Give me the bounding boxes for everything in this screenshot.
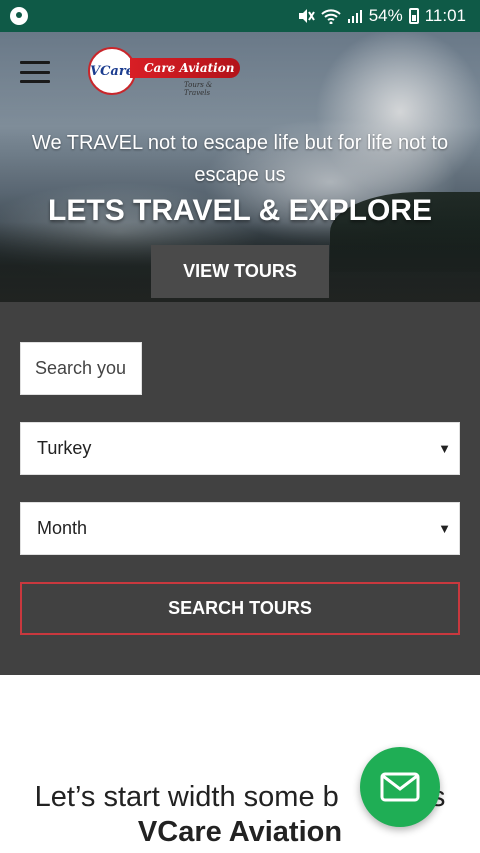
caret-down-icon: ▼ [438,521,451,536]
hamburger-menu-icon[interactable] [20,61,50,83]
country-select-value: Turkey [37,438,92,458]
signal-icon [347,10,362,23]
logo-name: Care Aviation [130,58,240,78]
hero-tagline: We TRAVEL not to escape life but for lif… [31,132,449,186]
logo-subtitle: Tours & Travels [184,81,213,97]
month-select[interactable]: Month ▼ [20,502,460,555]
mail-icon [380,772,420,802]
month-select-value: Month [37,518,88,538]
menu-bar [20,61,50,64]
caret-down-icon: ▼ [438,441,451,456]
logo-emblem: VCare [88,47,136,95]
tour-search-panel: Turkey ▼ Month ▼ SEARCH TOURS [0,302,480,675]
battery-percent: 54% [368,6,403,25]
contact-fab[interactable] [360,747,440,827]
menu-bar [20,70,50,74]
country-select[interactable]: Turkey ▼ [20,422,460,475]
wifi-icon [320,9,341,24]
intro-heading-start: Let’s start width some b [34,781,339,813]
hero-headline: LETS TRAVEL & EXPLORE [48,194,432,227]
chat-icon [10,7,28,25]
view-tours-button[interactable]: VIEW TOURS [151,245,329,298]
mute-icon [298,9,315,23]
search-input[interactable] [20,342,142,395]
hero-banner: VCare Care Aviation Tours & Travels We T… [0,32,480,302]
menu-bar [20,80,50,83]
brand-logo[interactable]: VCare Care Aviation Tours & Travels [88,47,240,97]
search-tours-button[interactable]: SEARCH TOURS [20,582,460,635]
battery-icon [408,8,419,24]
status-bar: 54% 11:01 [0,0,480,32]
clock: 11:01 [424,6,466,25]
